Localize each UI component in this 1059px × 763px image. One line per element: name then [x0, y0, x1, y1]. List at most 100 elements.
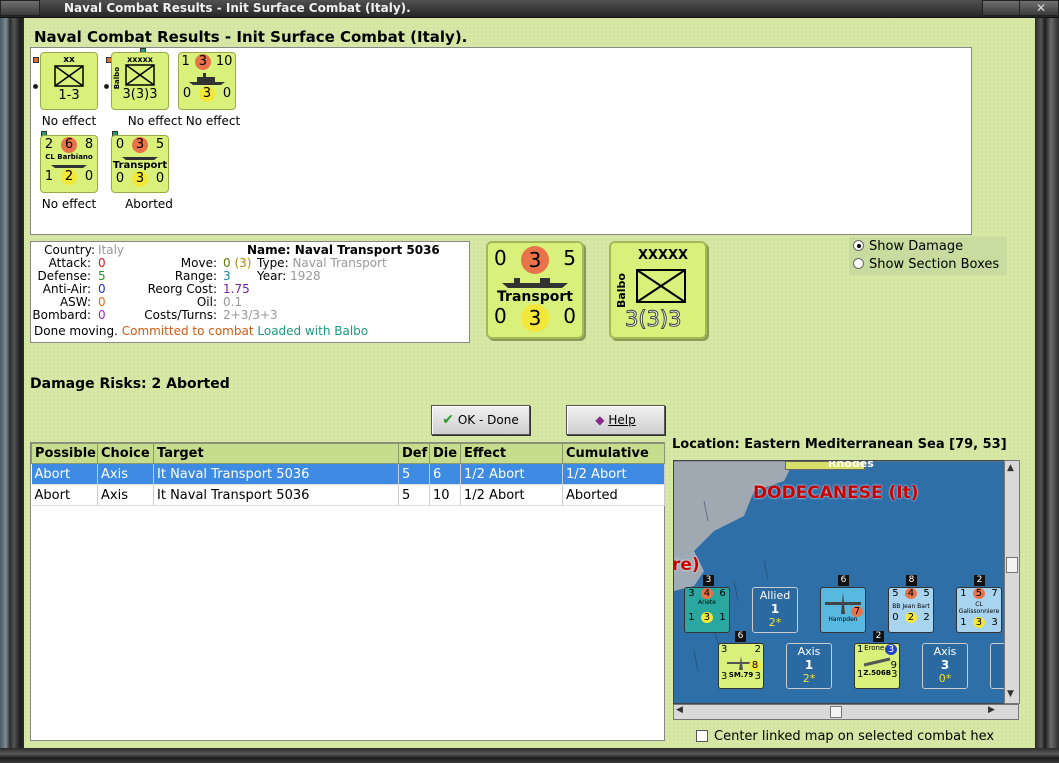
- map-unit-ariete[interactable]: 346 Ariete 131: [684, 587, 730, 633]
- stat-circle: 6: [61, 137, 77, 153]
- result-unit-ship[interactable]: 1 3 10 0 3 0 No effect: [169, 48, 249, 130]
- status-text: Done moving.: [34, 324, 118, 338]
- map-unit-galissonniere[interactable]: 157 CL Galissonniere 133: [956, 587, 1002, 633]
- scroll-up-icon[interactable]: ▲: [1007, 463, 1014, 473]
- unit-name: Z.506B: [863, 669, 892, 677]
- map-unit-sm79[interactable]: 32 8 3 SM.79 3: [718, 643, 764, 689]
- combat-table: Possible Choice Target Def Die Effect Cu…: [30, 442, 665, 741]
- table-cell: 5: [398, 484, 430, 506]
- radio-selected-icon[interactable]: [853, 240, 864, 251]
- stack-count: 2: [974, 575, 985, 586]
- stat-circle: 7: [851, 606, 863, 617]
- table-cell: 6: [429, 463, 461, 485]
- ok-done-button[interactable]: ✔ OK - Done: [431, 405, 530, 435]
- map-horizontal-scrollbar[interactable]: ◀ ▶: [673, 704, 1019, 720]
- result-unit-transport[interactable]: 0 3 5 Transport 0 3 0 Aborted: [101, 131, 181, 213]
- close-icon: ✕: [1035, 1, 1047, 15]
- map-axis-summary[interactable]: Axis 1 2*: [786, 643, 832, 689]
- scroll-left-icon[interactable]: ◀: [676, 705, 683, 715]
- table-cell: 5: [398, 463, 430, 485]
- map-unit-jean-bart[interactable]: 545 BB Jean Bart 022: [888, 587, 934, 633]
- name-value: Naval Transport 5036: [294, 243, 440, 257]
- hq-icon: [125, 64, 155, 86]
- close-button[interactable]: ✕: [1019, 0, 1059, 16]
- column-header[interactable]: Choice: [97, 443, 154, 464]
- stat-circle: 3: [885, 644, 897, 655]
- map-unit-z506b[interactable]: 1 Erone 3 9 1 Z.506B 3: [854, 643, 900, 689]
- stat: 3: [991, 617, 998, 628]
- table-cell: It Naval Transport 5036: [153, 484, 399, 506]
- unit-strength: 3(3)3: [624, 307, 682, 332]
- table-row[interactable]: Abort Axis It Naval Transport 5036 5 10 …: [31, 484, 665, 506]
- result-effect: No effect: [41, 197, 97, 211]
- stat-circle: 8: [749, 660, 761, 671]
- title-bar: Naval Combat Results - Init Surface Comb…: [0, 0, 1059, 18]
- stat: 9: [890, 660, 897, 671]
- unit-size: XXXXX: [637, 248, 689, 263]
- column-header[interactable]: Die: [429, 443, 461, 464]
- minimize-button[interactable]: [982, 0, 1022, 16]
- counter: xxxxx Balbo 3(3)3: [111, 52, 169, 110]
- column-header[interactable]: Def: [398, 443, 430, 464]
- center-map-option[interactable]: Center linked map on selected combat hex: [696, 729, 994, 744]
- combat-results-panel: xx 1-3 No effect xxxxx Balbo 3(3)3 No ef…: [30, 47, 972, 235]
- show-damage-option[interactable]: Show Damage: [853, 239, 963, 254]
- help-button[interactable]: ◆ Help: [566, 405, 665, 435]
- aircraft-icon: [863, 657, 891, 667]
- system-menu-button[interactable]: [0, 0, 40, 16]
- status-committed: Committed to combat: [121, 324, 254, 338]
- stat: 0: [115, 137, 125, 152]
- move-value: 0: [223, 256, 231, 270]
- costs-value: 2+3/3+3: [223, 308, 278, 322]
- scroll-right-icon[interactable]: ▶: [988, 705, 995, 715]
- result-effect: No effect: [41, 114, 97, 128]
- stat-circle: 5: [972, 588, 985, 599]
- selected-transport-counter[interactable]: 0 3 5 Transport 0 3 0: [486, 241, 584, 339]
- show-section-boxes-option[interactable]: Show Section Boxes: [853, 257, 999, 272]
- unit-size: xxxxx: [127, 55, 153, 64]
- stack-count: 2: [873, 631, 884, 642]
- counter: xx 1-3: [40, 52, 98, 110]
- unit-name: SM.79: [728, 671, 754, 679]
- result-unit-xx[interactable]: xx 1-3 No effect: [31, 48, 111, 130]
- unit-strength: 1-3: [58, 88, 80, 103]
- map-axis-summary[interactable]: Axis 3 0*: [922, 643, 968, 689]
- checkmark-icon: ✔: [442, 412, 455, 428]
- stat: 3: [721, 644, 728, 655]
- window-frame-left: [0, 18, 24, 763]
- scroll-down-icon[interactable]: ▼: [1007, 689, 1014, 699]
- column-header[interactable]: Effect: [460, 443, 563, 464]
- stat: 5: [923, 588, 930, 599]
- side-label: Axis: [933, 645, 957, 658]
- table-cell: 1/2 Abort: [460, 463, 563, 485]
- table-row[interactable]: Abort Axis It Naval Transport 5036 5 6 1…: [31, 463, 665, 485]
- selected-hq-counter[interactable]: XXXXX Balbo 3(3)3: [609, 241, 707, 339]
- stack-count: 6: [735, 631, 746, 642]
- damage-risks: Damage Risks: 2 Aborted: [30, 376, 230, 392]
- radio-icon[interactable]: [853, 258, 864, 269]
- ship-icon: [189, 73, 225, 85]
- unit-name: Balbo: [615, 273, 628, 309]
- stat: 5: [155, 137, 165, 152]
- checkbox-icon[interactable]: [696, 730, 708, 742]
- unit-subname: Erone: [864, 644, 885, 652]
- map-allied-summary[interactable]: Allied 1 2*: [752, 587, 798, 633]
- column-header[interactable]: Target: [153, 443, 399, 464]
- stat: 1: [960, 588, 967, 599]
- bombard-value: 0: [98, 308, 106, 322]
- linked-map[interactable]: Rhodes DODECANESE (It) re) 3 6 8 2 6 2 3…: [673, 460, 1019, 704]
- button-label: OK - Done: [457, 413, 519, 427]
- stat: 0: [222, 86, 232, 101]
- status-marker-icon: [104, 84, 109, 89]
- map-unit-hampden[interactable]: 7 Hampden: [820, 587, 866, 633]
- table-cell: 1/2 Abort: [562, 463, 665, 485]
- stat: 1: [857, 644, 864, 655]
- unit-name: BB Jean Bart: [892, 603, 930, 610]
- stat-circle: 3: [521, 246, 549, 274]
- column-header[interactable]: Possible: [31, 443, 98, 464]
- column-header[interactable]: Cumulative: [562, 443, 665, 464]
- result-unit-cl-barbiano[interactable]: 2 6 8 CL Barbiano 1 2 0 No effect: [31, 131, 111, 213]
- scroll-thumb[interactable]: [830, 706, 842, 718]
- map-vertical-scrollbar[interactable]: ▲ ▼: [1004, 460, 1020, 704]
- scroll-thumb[interactable]: [1006, 557, 1018, 573]
